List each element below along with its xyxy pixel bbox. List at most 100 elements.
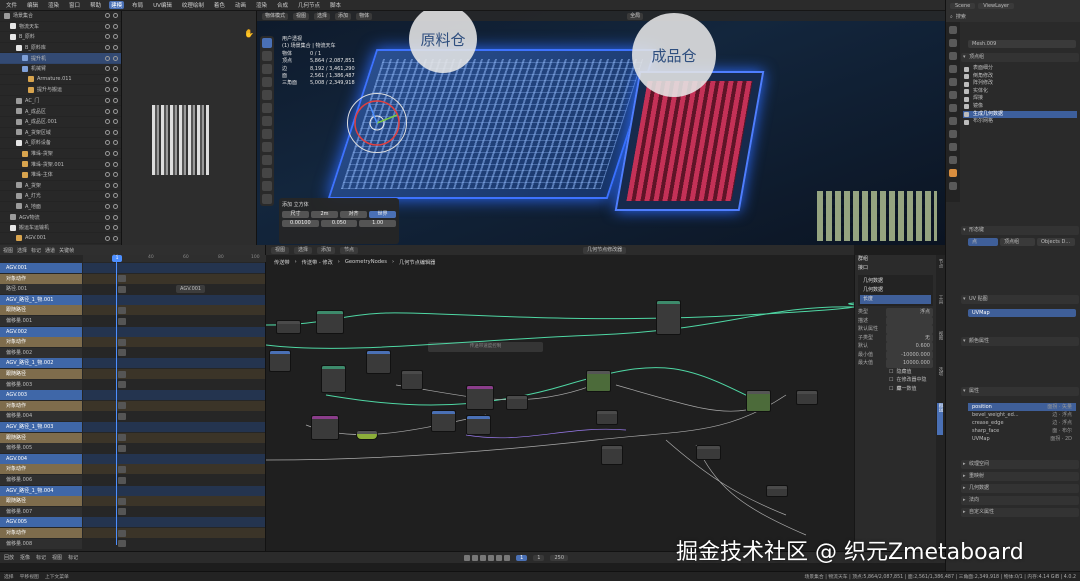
keyframe-block[interactable]: [118, 540, 126, 548]
view-menu[interactable]: 视图: [293, 12, 310, 20]
object-name-field[interactable]: Mesh.009: [968, 40, 1076, 48]
dope-menu[interactable]: 视图: [3, 247, 13, 254]
camera-icon[interactable]: [113, 55, 118, 61]
rotate-tool-icon[interactable]: [262, 77, 272, 87]
keyframe-block[interactable]: [118, 476, 126, 484]
dope-channel[interactable]: AGV.005: [0, 517, 82, 528]
physics-tab-icon[interactable]: [949, 143, 957, 151]
outliner-row[interactable]: 堆垛-货架.001: [0, 159, 121, 170]
add-menu[interactable]: 添加: [335, 12, 352, 20]
checkbox-row[interactable]: ☐ 单一数值: [855, 385, 936, 394]
section-uv-maps[interactable]: UV 贴图: [961, 295, 1079, 304]
workspace-tab[interactable]: 渲染: [254, 1, 269, 9]
keyframe-block[interactable]: [118, 508, 126, 516]
dope-track[interactable]: [83, 539, 265, 549]
camera-icon[interactable]: [113, 193, 118, 199]
keyframe-block[interactable]: [118, 370, 126, 378]
next-key-icon[interactable]: [496, 554, 503, 561]
annotate-tool-icon[interactable]: [262, 116, 272, 126]
outliner-row[interactable]: 物流天车: [0, 22, 121, 33]
shape-tab[interactable]: 顶点组: [1000, 238, 1035, 246]
graph-node[interactable]: [276, 320, 301, 334]
eye-icon[interactable]: [105, 172, 110, 178]
graph-node[interactable]: [466, 415, 491, 435]
orientation-selector[interactable]: 全局: [627, 12, 644, 20]
sidebar-tab-active[interactable]: 群组: [937, 403, 943, 435]
graph-node[interactable]: [506, 395, 528, 410]
dope-channel[interactable]: 跟随路径: [0, 496, 82, 507]
keyframe-block[interactable]: [118, 317, 126, 325]
object-tab-icon[interactable]: [949, 104, 957, 112]
workspace-tab[interactable]: 纹理绘制: [180, 1, 206, 9]
current-frame-field[interactable]: 1: [516, 554, 528, 561]
outliner-row[interactable]: B_原料库: [0, 43, 121, 54]
graph-node[interactable]: [746, 390, 771, 412]
outliner-row[interactable]: AC_门: [0, 96, 121, 107]
data-tab-icon[interactable]: [949, 169, 957, 177]
graph-node[interactable]: [696, 445, 721, 460]
group-header[interactable]: 群组: [855, 255, 936, 264]
camera-icon[interactable]: [113, 151, 118, 157]
camera-icon[interactable]: [113, 203, 118, 209]
eye-icon[interactable]: [105, 34, 110, 40]
keyframe-block[interactable]: [118, 338, 126, 346]
workspace-tab-active[interactable]: 建模: [109, 1, 125, 9]
operator-value[interactable]: 1.00: [359, 220, 397, 227]
dope-channel[interactable]: 偏移量.007: [0, 506, 82, 517]
prop-value[interactable]: 无: [886, 333, 933, 342]
keyframe-block[interactable]: [118, 285, 126, 293]
outliner-row[interactable]: 机械臂: [0, 64, 121, 75]
menu-window[interactable]: 窗口: [67, 1, 82, 9]
particles-tab-icon[interactable]: [949, 130, 957, 138]
eye-icon[interactable]: [105, 193, 110, 199]
modifier-item[interactable]: 布尔网格: [963, 118, 1077, 126]
graph-node[interactable]: [466, 385, 494, 410]
operator-field[interactable]: 世界: [369, 211, 396, 218]
dope-track[interactable]: [83, 432, 265, 443]
dope-channel[interactable]: 偏移量.005: [0, 443, 82, 454]
collapsed-section[interactable]: 纹理空间: [961, 460, 1079, 469]
workspace-tab[interactable]: 布局: [130, 1, 145, 9]
tool-tab-icon[interactable]: [949, 26, 957, 34]
dope-channel[interactable]: 偏移量.008: [0, 538, 82, 549]
material-tab-icon[interactable]: [949, 182, 957, 190]
current-frame-label[interactable]: 1: [112, 255, 122, 262]
section-color-attributes[interactable]: 颜色属性: [961, 337, 1079, 346]
dope-track[interactable]: [83, 528, 265, 538]
loopcut-tool-icon[interactable]: [262, 194, 272, 204]
play-icon[interactable]: [488, 554, 495, 561]
eye-icon[interactable]: [105, 13, 110, 19]
dope-menu[interactable]: 标记: [31, 247, 41, 254]
jump-start-icon[interactable]: [464, 554, 471, 561]
view-layer-field[interactable]: ViewLayer: [978, 2, 1015, 9]
timeline-ruler[interactable]: 20 40 60 80 100: [83, 255, 266, 262]
modifier-item[interactable]: 焊接: [963, 95, 1077, 103]
mode-selector[interactable]: 物体模式: [262, 12, 289, 20]
outliner-row[interactable]: A_成品区: [0, 106, 121, 117]
operator-field[interactable]: 尺寸: [282, 211, 309, 218]
dope-track[interactable]: [83, 496, 265, 507]
view-menu[interactable]: 视图: [52, 554, 62, 561]
camera-icon[interactable]: [113, 87, 118, 93]
camera-icon[interactable]: [113, 45, 118, 51]
dope-channel[interactable]: AGV.004: [0, 453, 82, 464]
eye-icon[interactable]: [105, 119, 110, 125]
dope-track[interactable]: [83, 348, 265, 358]
camera-icon[interactable]: [113, 23, 118, 29]
outliner-row[interactable]: A_货架区域: [0, 128, 121, 139]
dope-track[interactable]: [83, 475, 265, 485]
dope-channel[interactable]: 对象动作: [0, 400, 82, 411]
modifier-item[interactable]: 镜像: [963, 103, 1077, 111]
prop-value[interactable]: [886, 325, 933, 334]
modifier-tab-icon[interactable]: [949, 117, 957, 125]
cursor-tool-icon[interactable]: [262, 51, 272, 61]
playhead[interactable]: [116, 255, 117, 545]
dope-track[interactable]: [83, 316, 265, 326]
eye-icon[interactable]: [105, 66, 110, 72]
interface-item-selected[interactable]: 长度: [860, 295, 931, 304]
workspace-tab[interactable]: 着色: [212, 1, 227, 9]
camera-icon[interactable]: [113, 182, 118, 188]
graph-node[interactable]: [269, 350, 291, 372]
camera-icon[interactable]: [113, 129, 118, 135]
object-menu[interactable]: 物体: [356, 12, 373, 20]
